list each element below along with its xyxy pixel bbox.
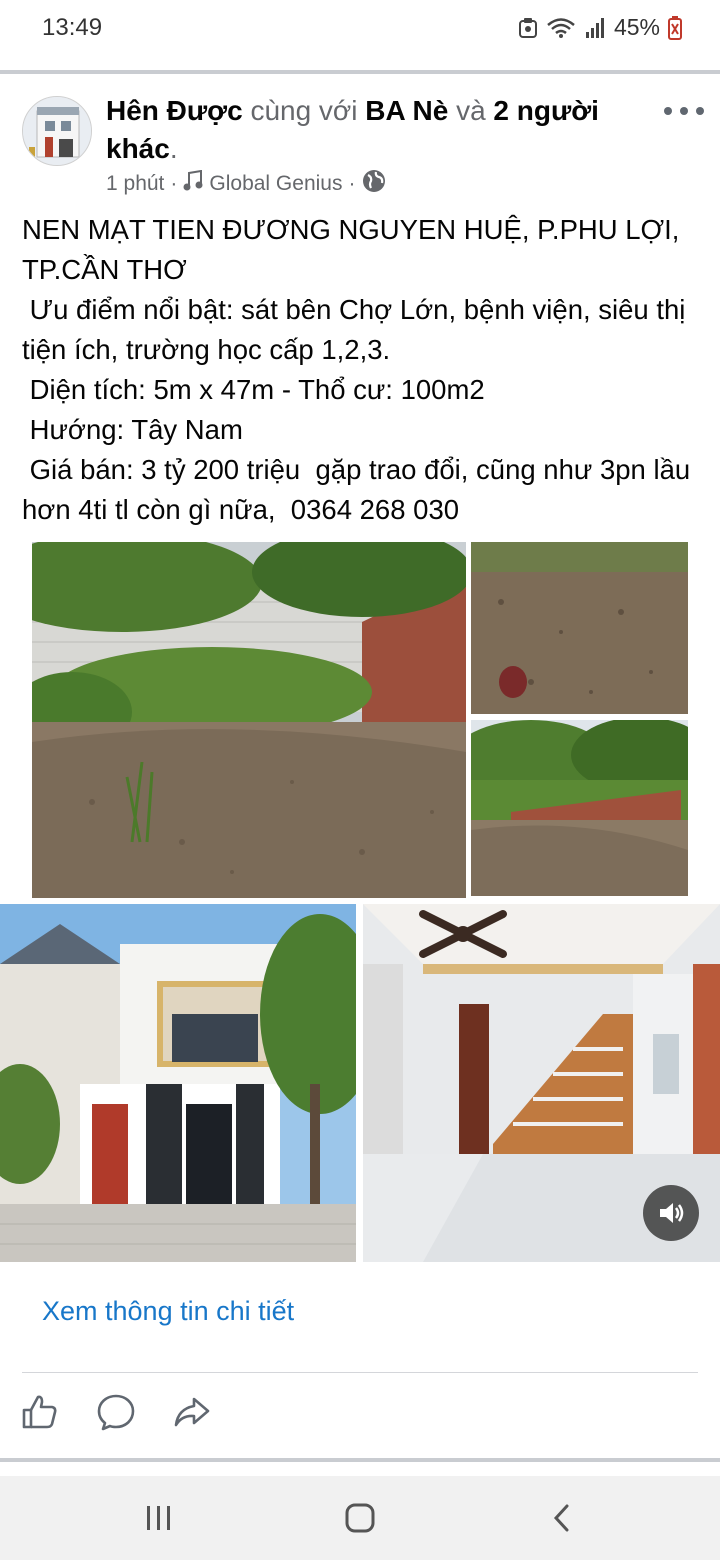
music-title[interactable]: Global Genius <box>209 172 342 196</box>
battery-percent: 45% <box>613 14 660 40</box>
post-line-1: NEN MẠT TIEN ĐƯƠNG NGUYEN HUỆ, P.PHU LỢI… <box>22 214 687 285</box>
like-icon[interactable] <box>20 1392 60 1432</box>
post-line-5: Giá bán: 3 tỷ 200 triệu gặp trao đổi, cũ… <box>22 454 698 525</box>
photo-grid <box>0 540 720 1262</box>
battery-icon <box>668 15 682 40</box>
photo-lot-main[interactable] <box>32 542 466 898</box>
post-body: NEN MẠT TIEN ĐƯƠNG NGUYEN HUỆ, P.PHU LỢI… <box>22 210 702 530</box>
notification-icon <box>518 17 538 39</box>
post-line-3: Diện tích: 5m x 47m - Thổ cư: 100m2 <box>22 374 485 405</box>
tagged-name[interactable]: BA Nè <box>365 95 448 126</box>
post-meta: 1 phút · Global Genius · <box>106 168 387 200</box>
status-icons: 45% <box>518 14 682 41</box>
music-note-icon <box>183 169 203 198</box>
back-icon[interactable] <box>540 1496 584 1540</box>
share-icon[interactable] <box>172 1392 212 1432</box>
author-name[interactable]: Hên Được <box>106 95 243 126</box>
period: . <box>169 133 178 164</box>
globe-icon <box>361 168 387 200</box>
signal-icon <box>584 17 606 39</box>
post-header: Hên Được cùng với BA Nè và 2 người khác.… <box>0 88 720 200</box>
meta-separator-2: · <box>348 172 356 195</box>
more-options-icon[interactable] <box>664 96 704 126</box>
and-text: và <box>456 95 486 126</box>
post-line-2: Ưu điểm nổi bật: sát bên Chợ Lớn, bệnh v… <box>22 294 694 365</box>
photo-wall[interactable] <box>471 720 688 896</box>
status-bar: 13:49 45% <box>0 0 720 56</box>
wifi-icon <box>546 17 576 39</box>
comment-icon[interactable] <box>96 1392 136 1432</box>
post-time[interactable]: 1 phút <box>106 172 164 196</box>
feed-divider-bottom <box>0 1458 720 1462</box>
post-author-line: Hên Được cùng với BA Nè và 2 người khác. <box>106 92 646 168</box>
post-actions <box>0 1386 720 1442</box>
see-details-link[interactable]: Xem thông tin chi tiết <box>42 1296 294 1327</box>
action-divider <box>22 1372 698 1373</box>
sound-icon[interactable] <box>643 1185 699 1241</box>
with-text: cùng với <box>250 95 358 126</box>
meta-separator: · <box>170 172 178 195</box>
system-nav-bar <box>0 1476 720 1560</box>
photo-soil[interactable] <box>471 542 688 714</box>
feed-divider <box>0 70 720 74</box>
post-line-4: Hướng: Tây Nam <box>22 414 243 445</box>
status-time: 13:49 <box>42 14 103 41</box>
recents-icon[interactable] <box>137 1496 181 1540</box>
photo-house[interactable] <box>0 904 356 1262</box>
avatar[interactable] <box>22 96 92 166</box>
home-icon[interactable] <box>338 1496 382 1540</box>
